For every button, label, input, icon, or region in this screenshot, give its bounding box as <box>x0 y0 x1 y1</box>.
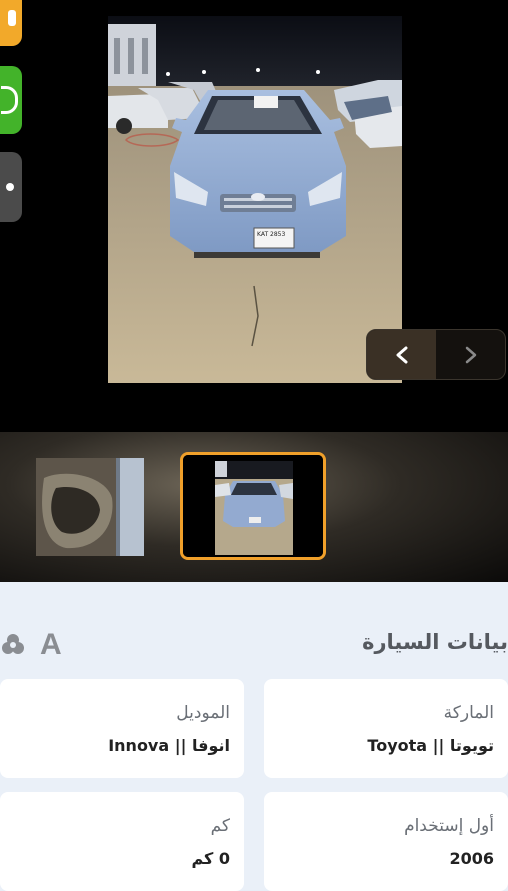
thumbnail-2-selected[interactable] <box>180 452 326 560</box>
svg-text:KAT 2853: KAT 2853 <box>257 231 285 238</box>
share-icon <box>6 183 14 191</box>
main-car-photo[interactable]: KAT 2853 <box>108 16 402 383</box>
field-value: تويوتا || Toyota <box>367 736 494 755</box>
car-details-section: A بيانات السيارة الماركة تويوتا || Toyot… <box>0 582 508 891</box>
section-title: بيانات السيارة <box>362 630 508 654</box>
prev-photo-button[interactable] <box>367 330 436 379</box>
field-card-model: الموديل انوفا || Innova <box>0 679 244 778</box>
gallery-nav <box>366 329 506 380</box>
car-image: KAT 2853 <box>108 16 402 383</box>
whatsapp-button[interactable] <box>0 66 22 134</box>
field-label: أول إستخدام <box>404 816 494 836</box>
accessibility-icon[interactable] <box>0 632 26 658</box>
field-label: كم <box>210 816 230 836</box>
interior-thumbnail-image <box>36 458 144 556</box>
field-card-first-use: أول إستخدام 2006 <box>264 792 508 891</box>
next-photo-button[interactable] <box>436 330 505 379</box>
photo-gallery: KAT 2853 <box>0 0 508 582</box>
field-value: 2006 <box>449 849 494 868</box>
field-card-mileage: كم 0 كم <box>0 792 244 891</box>
whatsapp-icon <box>1 86 18 114</box>
field-card-brand: الماركة تويوتا || Toyota <box>264 679 508 778</box>
field-value: 0 كم <box>191 849 230 868</box>
chevron-right-icon <box>465 346 476 363</box>
share-button[interactable] <box>0 152 22 222</box>
call-button[interactable] <box>0 0 22 46</box>
thumbnail-1[interactable] <box>36 458 144 556</box>
field-label: الماركة <box>443 703 494 723</box>
field-label: الموديل <box>176 703 230 723</box>
phone-icon <box>8 10 16 26</box>
field-value: انوفا || Innova <box>108 736 230 755</box>
font-size-button[interactable]: A <box>40 628 62 662</box>
font-size-controls: A <box>0 628 62 662</box>
chevron-left-icon <box>396 346 407 363</box>
car-thumbnail-image <box>183 455 323 557</box>
